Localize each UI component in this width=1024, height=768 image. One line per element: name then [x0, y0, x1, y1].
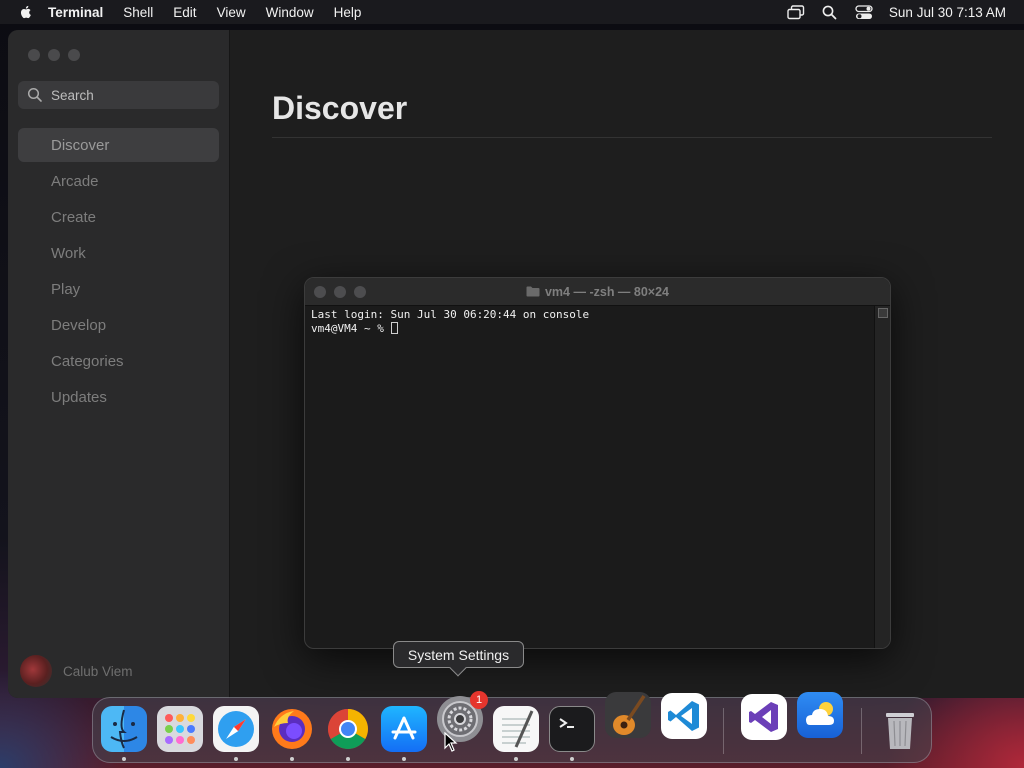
- sidebar-item-develop[interactable]: Develop: [18, 308, 219, 342]
- control-center-icon[interactable]: [855, 4, 873, 20]
- chrome-icon[interactable]: [325, 706, 371, 752]
- search-icon: [27, 87, 42, 102]
- visual-studio-icon[interactable]: [741, 694, 787, 740]
- trash-icon[interactable]: [877, 706, 923, 752]
- dock: 1: [92, 691, 932, 763]
- terminal-window-controls: [314, 286, 374, 298]
- running-indicator-app-store: [402, 757, 406, 761]
- terminal-title: vm4 — -zsh — 80×24: [544, 284, 670, 299]
- finder-icon[interactable]: [101, 706, 147, 752]
- terminal-prompt: vm4@VM4 ~ %: [311, 322, 391, 335]
- running-indicator-finder: [122, 757, 126, 761]
- dock-tooltip: System Settings: [393, 641, 524, 677]
- terminal-zoom-button[interactable]: [354, 286, 366, 298]
- terminal-prompt-line: vm4@VM4 ~ %: [311, 322, 869, 336]
- running-indicator-textedit: [514, 757, 518, 761]
- minimize-button[interactable]: [48, 49, 60, 61]
- terminal-scrollbar[interactable]: [874, 306, 890, 648]
- sidebar-item-discover[interactable]: Discover: [18, 128, 219, 162]
- apple-icon[interactable]: [18, 4, 34, 20]
- sidebar-item-play[interactable]: Play: [18, 272, 219, 306]
- zoom-button[interactable]: [68, 49, 80, 61]
- launchpad-icon[interactable]: [157, 706, 203, 752]
- textedit-icon[interactable]: [493, 706, 539, 752]
- firefox-icon[interactable]: [269, 706, 315, 752]
- running-indicator-terminal: [570, 757, 574, 761]
- terminal-close-button[interactable]: [314, 286, 326, 298]
- terminal-window[interactable]: vm4 — -zsh — 80×24 Last login: Sun Jul 3…: [304, 277, 891, 649]
- dock-separator-2: [861, 708, 862, 754]
- title-divider: [272, 137, 992, 138]
- terminal-icon[interactable]: [549, 706, 595, 752]
- user-name: Calub Viem: [63, 663, 133, 679]
- notification-badge: 1: [470, 691, 488, 709]
- window-controls: [28, 49, 88, 61]
- dock-separator: [723, 708, 724, 754]
- folder-icon: [526, 286, 540, 297]
- safari-icon[interactable]: [213, 706, 259, 752]
- sidebar-item-arcade[interactable]: Arcade: [18, 164, 219, 198]
- menu-app-name[interactable]: Terminal: [48, 5, 103, 20]
- running-indicator-safari: [234, 757, 238, 761]
- garageband-icon[interactable]: [605, 692, 651, 738]
- avatar: [20, 655, 52, 687]
- search-placeholder: Search: [51, 87, 94, 103]
- terminal-output[interactable]: Last login: Sun Jul 30 06:20:44 on conso…: [305, 306, 875, 648]
- sidebar-item-updates[interactable]: Updates: [18, 380, 219, 414]
- menu-edit[interactable]: Edit: [173, 5, 196, 20]
- menu-bar: Terminal Shell Edit View Window Help Sun…: [0, 0, 1024, 24]
- sidebar: Search Discover Arcade Create Work Play …: [8, 30, 230, 698]
- menu-shell[interactable]: Shell: [123, 5, 153, 20]
- weather-icon[interactable]: [797, 692, 843, 738]
- sidebar-item-work[interactable]: Work: [18, 236, 219, 270]
- menu-help[interactable]: Help: [334, 5, 362, 20]
- menu-clock[interactable]: Sun Jul 30 7:13 AM: [889, 5, 1006, 20]
- sidebar-item-categories[interactable]: Categories: [18, 344, 219, 378]
- search-field[interactable]: Search: [18, 81, 219, 109]
- text-cursor: [391, 322, 399, 334]
- terminal-minimize-button[interactable]: [334, 286, 346, 298]
- app-store-icon[interactable]: [381, 706, 427, 752]
- user-account[interactable]: Calub Viem: [20, 655, 133, 687]
- running-indicator-chrome: [346, 757, 350, 761]
- scrollbar-thumb[interactable]: [878, 308, 888, 318]
- running-indicator-firefox: [290, 757, 294, 761]
- mouse-pointer-icon: [444, 732, 458, 752]
- terminal-titlebar[interactable]: vm4 — -zsh — 80×24: [305, 278, 890, 306]
- close-button[interactable]: [28, 49, 40, 61]
- terminal-line: Last login: Sun Jul 30 06:20:44 on conso…: [311, 308, 590, 321]
- vscode-icon[interactable]: [661, 693, 707, 739]
- screen-mirroring-icon[interactable]: [787, 4, 805, 20]
- sidebar-nav: Discover Arcade Create Work Play Develop…: [18, 128, 219, 416]
- sidebar-item-create[interactable]: Create: [18, 200, 219, 234]
- menu-view[interactable]: View: [217, 5, 246, 20]
- spotlight-search-icon[interactable]: [821, 4, 839, 20]
- page-title: Discover: [272, 90, 408, 126]
- menu-window[interactable]: Window: [266, 5, 314, 20]
